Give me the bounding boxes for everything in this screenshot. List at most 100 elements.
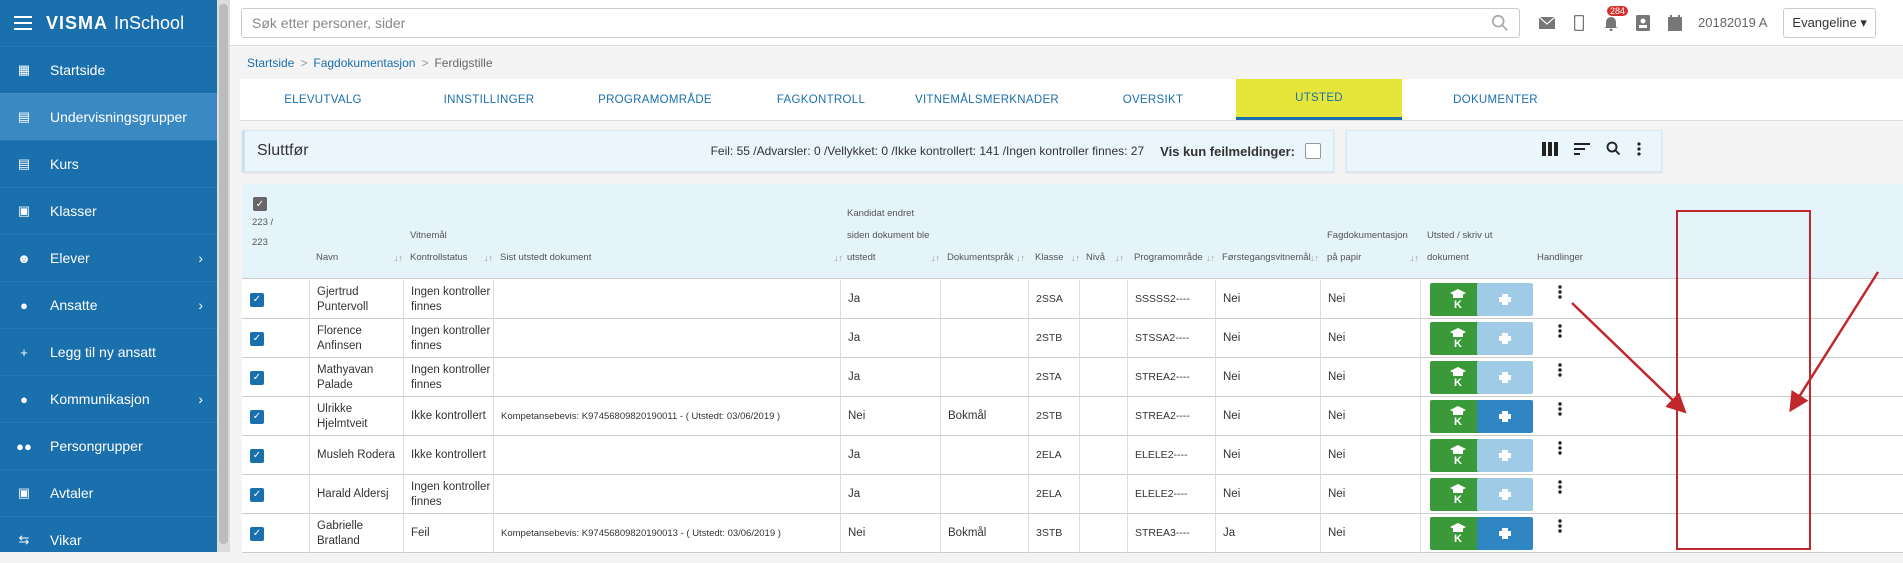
- sidebar-item[interactable]: ● Kommunikasjon ›: [0, 375, 217, 422]
- user-menu-button[interactable]: Evangeline ▾: [1783, 7, 1876, 38]
- paper-cell: Nei: [1321, 358, 1421, 397]
- sort-icon[interactable]: ↓↑: [834, 253, 843, 263]
- chevron-right-icon[interactable]: ›: [198, 250, 203, 266]
- selected-count: 223 /: [252, 217, 274, 228]
- row-actions-icon[interactable]: [1558, 324, 1562, 343]
- row-checkbox[interactable]: ✓: [250, 448, 264, 463]
- sort-icon[interactable]: ↓↑: [1310, 253, 1319, 263]
- sidebar-scrollbar[interactable]: [217, 0, 230, 552]
- sidebar-item[interactable]: ☻ Elever ›: [0, 234, 217, 281]
- print-document-button[interactable]: [1477, 361, 1533, 394]
- header-dokumentsprak[interactable]: Dokumentspråk: [947, 247, 1014, 269]
- breadcrumb-fagdokumentasjon[interactable]: Fagdokumentasjon: [313, 56, 415, 70]
- sort-icon[interactable]: ↓↑: [484, 253, 493, 263]
- print-document-button[interactable]: [1477, 439, 1533, 472]
- chevron-right-icon[interactable]: ›: [198, 391, 203, 407]
- row-checkbox[interactable]: ✓: [250, 331, 264, 346]
- print-document-button[interactable]: [1477, 322, 1533, 355]
- search-input[interactable]: Søk etter personer, sider: [241, 7, 1520, 38]
- tab-elevutvalg[interactable]: ELEVUTVALG: [240, 79, 406, 120]
- table-row[interactable]: ✓ Harald Aldersj Ingen kontroller finnes Ja 2…: [242, 475, 1903, 514]
- more-options-icon[interactable]: [1637, 141, 1641, 161]
- scrollbar-thumb[interactable]: [219, 4, 228, 544]
- class-cell: 2STB: [1029, 319, 1080, 358]
- sidebar-item[interactable]: ▣ Klasser: [0, 187, 217, 234]
- sidebar-item-label: Startside: [50, 62, 106, 78]
- table-row[interactable]: ✓ Gjertrud Puntervoll Ingen kontroller finne…: [242, 280, 1903, 319]
- sort-icon[interactable]: ↓↑: [1016, 253, 1025, 263]
- search-icon[interactable]: [1491, 14, 1509, 32]
- sidebar-item[interactable]: + Legg til ny ansatt: [0, 328, 217, 375]
- show-errors-only-checkbox[interactable]: [1305, 143, 1321, 159]
- chevron-right-icon[interactable]: ›: [198, 297, 203, 313]
- sidebar-item[interactable]: ▤ Undervisningsgrupper: [0, 93, 217, 140]
- mobile-icon[interactable]: [1570, 14, 1588, 32]
- header-kontrollstatus[interactable]: Kontrollstatus: [410, 247, 468, 269]
- print-document-button[interactable]: [1477, 478, 1533, 511]
- sort-icon[interactable]: ↓↑: [1071, 253, 1080, 263]
- header-sist-utstedt[interactable]: Sist utstedt dokument: [500, 247, 591, 269]
- row-checkbox[interactable]: ✓: [250, 487, 264, 502]
- search-table-icon[interactable]: [1606, 141, 1621, 161]
- sidebar-item[interactable]: ● Ansatte ›: [0, 281, 217, 328]
- sort-icon[interactable]: ↓↑: [931, 253, 940, 263]
- sort-icon[interactable]: ↓↑: [1410, 253, 1419, 263]
- contact-card-icon[interactable]: [1634, 14, 1652, 32]
- tab-innstillinger[interactable]: INNSTILLINGER: [406, 79, 572, 120]
- header-programomrade[interactable]: Programområde: [1134, 247, 1203, 269]
- sidebar-item[interactable]: ▣ Avtaler: [0, 469, 217, 516]
- sidebar-item[interactable]: ▤ Kurs: [0, 140, 217, 187]
- tab-dokumenter[interactable]: DOKUMENTER: [1402, 79, 1589, 120]
- program-cell: STSSA2----: [1128, 319, 1216, 358]
- row-actions-icon[interactable]: [1558, 441, 1562, 460]
- row-checkbox[interactable]: ✓: [250, 292, 264, 307]
- header-forstegang[interactable]: Førstegangsvitnemål: [1222, 247, 1311, 269]
- header-klasse[interactable]: Klasse: [1035, 247, 1064, 269]
- tab-utsted[interactable]: UTSTED: [1236, 79, 1402, 120]
- total-count: 223: [252, 237, 268, 248]
- sidebar-item[interactable]: ⇆ Vikar: [0, 516, 217, 563]
- row-actions-icon[interactable]: [1558, 480, 1562, 499]
- print-document-button[interactable]: [1477, 517, 1533, 550]
- tab-bar: ELEVUTVALG INNSTILLINGER PROGRAMOMRÅDE FAGK…: [240, 79, 1903, 121]
- header-kandidat-3[interactable]: utstedt: [847, 247, 876, 269]
- table-row[interactable]: ✓ Ulrikke Hjelmtveit Ikke kontrollert Kompet…: [242, 397, 1903, 436]
- sort-icon[interactable]: [1574, 142, 1590, 161]
- sort-icon[interactable]: ↓↑: [394, 253, 403, 263]
- print-document-button[interactable]: [1477, 400, 1533, 433]
- calendar-icon[interactable]: [1666, 14, 1684, 32]
- school-year[interactable]: 20182019 A: [1698, 15, 1767, 30]
- visma-logo[interactable]: VISMA InSchool: [46, 13, 184, 34]
- tab-fagkontroll[interactable]: FAGKONTROLL: [738, 79, 904, 120]
- table-row[interactable]: ✓ Mathyavan Palade Ingen kontroller finnes Ja…: [242, 358, 1903, 397]
- panel-row: Sluttfør Feil: 55 /Advarsler: 0 /Vellykk…: [242, 130, 1662, 172]
- tab-programområde[interactable]: PROGRAMOMRÅDE: [572, 79, 738, 120]
- sort-icon[interactable]: ↓↑: [1115, 253, 1124, 263]
- sidebar-item[interactable]: ●● Persongrupper: [0, 422, 217, 469]
- columns-icon[interactable]: [1542, 141, 1558, 161]
- header-fagdok-2[interactable]: på papir: [1327, 247, 1361, 269]
- tab-vitnemålsmerknader[interactable]: VITNEMÅLSMERKNADER: [904, 79, 1070, 120]
- table-row[interactable]: ✓ Gabrielle Bratland Feil Kompetansebevis: K…: [242, 514, 1903, 553]
- header-navn[interactable]: Navn: [316, 247, 338, 269]
- header-niva[interactable]: Nivå: [1086, 247, 1105, 269]
- table-row[interactable]: ✓ Musleh Rodera Ikke kontrollert Ja 2ELA ELEL…: [242, 436, 1903, 475]
- mail-icon[interactable]: [1538, 14, 1556, 32]
- row-checkbox[interactable]: ✓: [250, 526, 264, 541]
- table-row[interactable]: ✓ Florence Anfinsen Ingen kontroller finnes J…: [242, 319, 1903, 358]
- bell-icon[interactable]: 284: [1602, 5, 1628, 32]
- hamburger-menu-icon[interactable]: [14, 16, 32, 30]
- row-actions-icon[interactable]: [1558, 402, 1562, 421]
- print-document-button[interactable]: [1477, 283, 1533, 316]
- row-actions-icon[interactable]: [1558, 363, 1562, 382]
- row-checkbox[interactable]: ✓: [250, 409, 264, 424]
- row-actions-icon[interactable]: [1558, 285, 1562, 304]
- level-cell: [1080, 280, 1128, 319]
- select-all-checkbox[interactable]: ✓: [253, 197, 267, 211]
- row-actions-icon[interactable]: [1558, 519, 1562, 538]
- sidebar-item[interactable]: ▦ Startside: [0, 46, 217, 93]
- row-checkbox[interactable]: ✓: [250, 370, 264, 385]
- tab-oversikt[interactable]: OVERSIKT: [1070, 79, 1236, 120]
- breadcrumb-startside[interactable]: Startside: [247, 56, 294, 70]
- sort-icon[interactable]: ↓↑: [1206, 253, 1215, 263]
